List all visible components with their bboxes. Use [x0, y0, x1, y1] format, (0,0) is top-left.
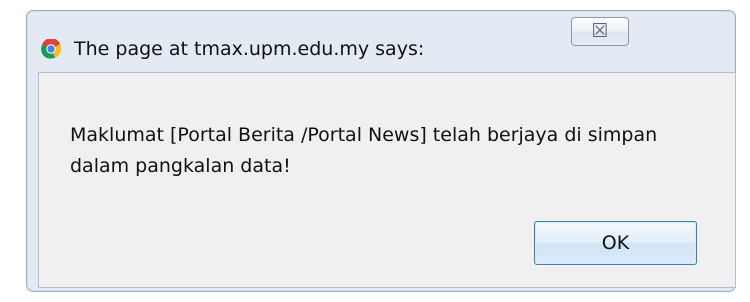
- dialog-message: Maklumat [Portal Berita /Portal News] te…: [70, 124, 658, 177]
- dialog-title: The page at tmax.upm.edu.my says:: [74, 38, 425, 60]
- dialog-titlebar: The page at tmax.upm.edu.my says: ☒: [27, 11, 735, 61]
- chrome-icon: [41, 39, 61, 59]
- close-button[interactable]: ☒: [571, 17, 629, 46]
- ok-button[interactable]: OK: [534, 221, 697, 265]
- dialog-content: Maklumat [Portal Berita /Portal News] te…: [38, 72, 736, 288]
- close-icon: ☒: [591, 20, 609, 42]
- alert-dialog-window: The page at tmax.upm.edu.my says: ☒ Makl…: [26, 10, 736, 292]
